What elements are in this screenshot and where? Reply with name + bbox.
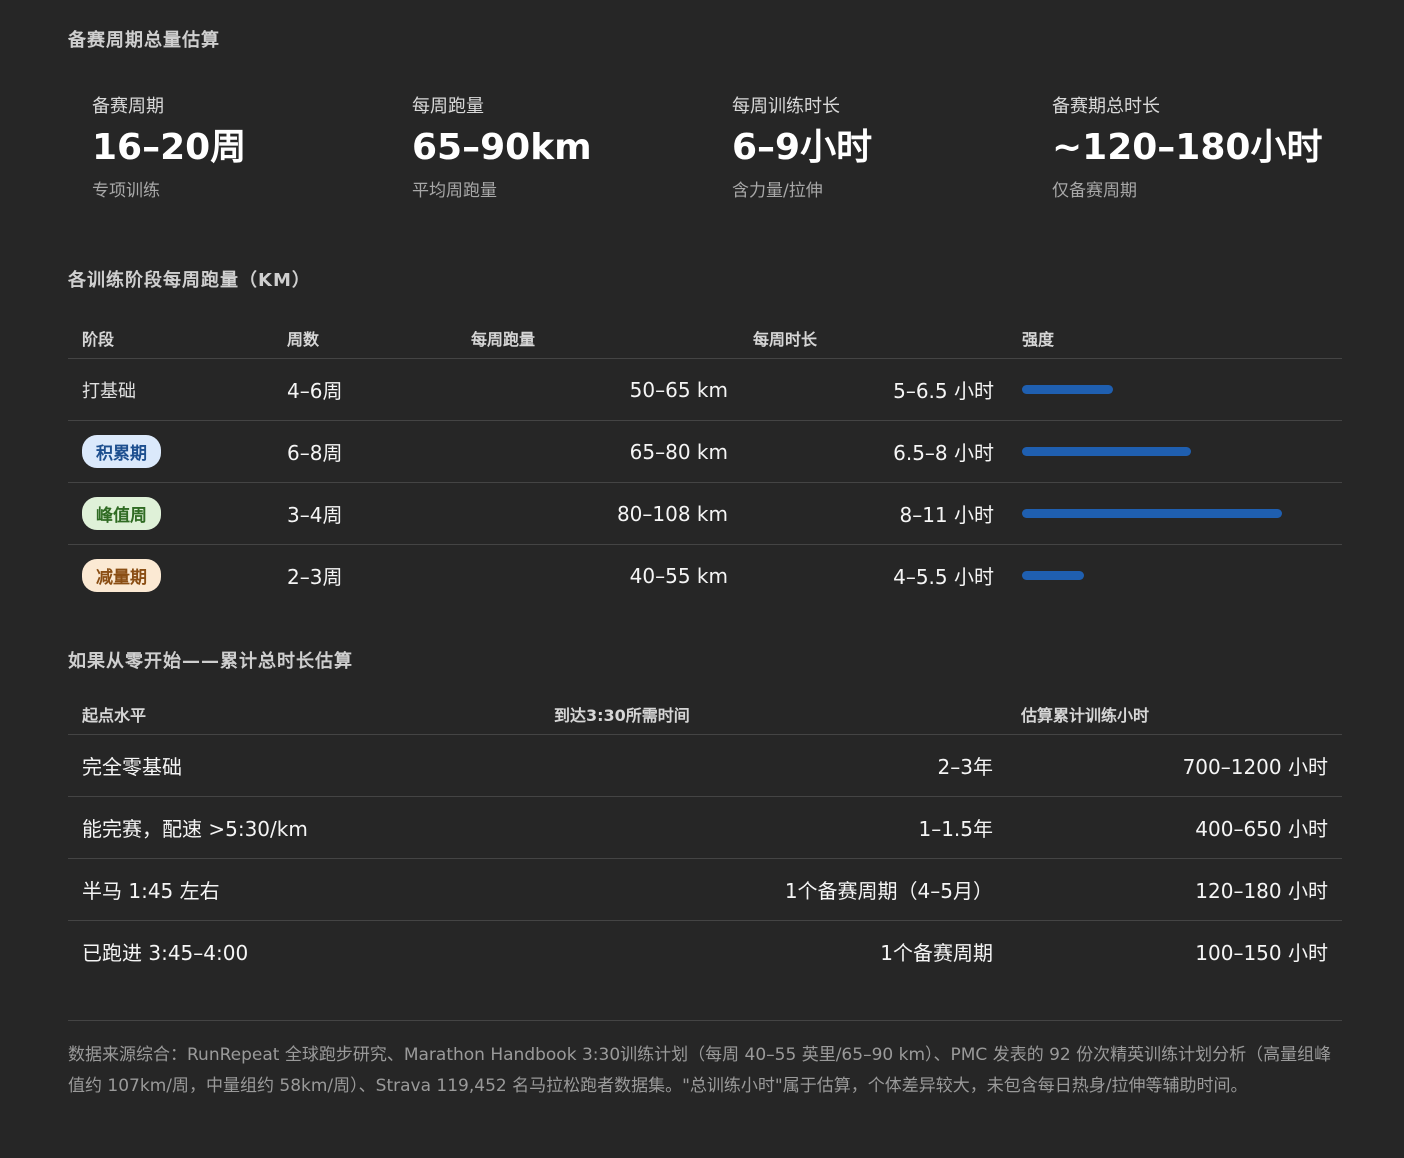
level-cell: 完全零基础 xyxy=(82,755,182,779)
hours-cell: 700–1200 小时 xyxy=(1182,755,1328,779)
intensity-bar xyxy=(1022,385,1113,394)
stat-value: 6–9小时 xyxy=(732,127,873,168)
phases-table: 阶段 周数 每周跑量 每周时长 强度 打基础 4–6周 50–65 km 5–6… xyxy=(68,318,1342,606)
stat-value: ~120–180小时 xyxy=(1052,127,1323,168)
hours-cell: 100–150 小时 xyxy=(1195,941,1328,965)
summary-stats: 备赛周期 16–20周 专项训练 每周跑量 65–90km 平均周跑量 每周训练… xyxy=(92,92,1372,201)
header-start-level: 起点水平 xyxy=(82,706,147,725)
stat-label: 每周跑量 xyxy=(412,96,484,117)
hours-cell: 6.5–8 小时 xyxy=(893,441,994,465)
phase-cell: 打基础 xyxy=(68,377,287,403)
phase-badge: 峰值周 xyxy=(82,497,161,530)
intensity-cell xyxy=(994,571,1342,580)
table-row: 打基础 4–6周 50–65 km 5–6.5 小时 xyxy=(68,359,1342,421)
weeks-cell: 6–8周 xyxy=(287,441,343,465)
header-weeks: 周数 xyxy=(287,330,320,349)
hours-cell: 5–6.5 小时 xyxy=(893,379,994,403)
phase-badge: 减量期 xyxy=(82,559,161,592)
table-row: 半马 1:45 左右 1个备赛周期（4–5月） 120–180 小时 xyxy=(68,859,1342,921)
time-cell: 1个备赛周期（4–5月） xyxy=(784,879,993,903)
header-weekly-km: 每周跑量 xyxy=(471,330,536,349)
header-phase: 阶段 xyxy=(82,330,115,349)
table-row: 减量期 2–3周 40–55 km 4–5.5 小时 xyxy=(68,545,1342,606)
phases-section-title: 各训练阶段每周跑量（KM） xyxy=(68,270,311,291)
header-time-needed: 到达3:30所需时间 xyxy=(554,706,690,725)
intensity-cell xyxy=(994,385,1342,394)
intensity-cell xyxy=(994,447,1342,456)
weeks-cell: 3–4周 xyxy=(287,503,343,527)
time-cell: 1个备赛周期 xyxy=(880,941,993,965)
table-row: 能完赛，配速 >5:30/km 1–1.5年 400–650 小时 xyxy=(68,797,1342,859)
stat-total-hours: 备赛期总时长 ~120–180小时 仅备赛周期 xyxy=(1052,92,1372,201)
table-row: 完全零基础 2–3年 700–1200 小时 xyxy=(68,735,1342,797)
header-total-hours: 估算累计训练小时 xyxy=(1021,706,1150,725)
intensity-bar xyxy=(1022,571,1084,580)
weeks-cell: 2–3周 xyxy=(287,565,343,589)
table-row: 峰值周 3–4周 80–108 km 8–11 小时 xyxy=(68,483,1342,545)
phase-cell: 积累期 xyxy=(68,435,287,468)
hours-cell: 4–5.5 小时 xyxy=(893,565,994,589)
km-cell: 65–80 km xyxy=(629,439,728,464)
stat-sub: 专项训练 xyxy=(92,181,160,201)
km-cell: 40–55 km xyxy=(629,563,728,588)
table-row: 积累期 6–8周 65–80 km 6.5–8 小时 xyxy=(68,421,1342,483)
phase-cell: 峰值周 xyxy=(68,497,287,530)
stat-label: 备赛周期 xyxy=(92,96,164,117)
summary-section-title: 备赛周期总量估算 xyxy=(68,30,220,51)
from-zero-section-title: 如果从零开始——累计总时长估算 xyxy=(68,651,353,672)
hours-cell: 120–180 小时 xyxy=(1195,879,1328,903)
stat-sub: 平均周跑量 xyxy=(412,181,497,201)
stat-weekly-hours: 每周训练时长 6–9小时 含力量/拉伸 xyxy=(732,92,1052,201)
phase-cell: 减量期 xyxy=(68,559,287,592)
time-cell: 1–1.5年 xyxy=(918,817,993,841)
header-weekly-hours: 每周时长 xyxy=(753,330,818,349)
table-row: 已跑进 3:45–4:00 1个备赛周期 100–150 小时 xyxy=(68,921,1342,982)
table-header: 起点水平 到达3:30所需时间 估算累计训练小时 xyxy=(68,694,1342,735)
stat-label: 备赛期总时长 xyxy=(1052,96,1160,117)
stat-value: 16–20周 xyxy=(92,127,247,168)
level-cell: 已跑进 3:45–4:00 xyxy=(82,941,249,965)
km-cell: 80–108 km xyxy=(616,501,728,526)
intensity-bar xyxy=(1022,447,1191,456)
stat-sub: 含力量/拉伸 xyxy=(732,181,823,201)
stat-sub: 仅备赛周期 xyxy=(1052,181,1137,201)
intensity-bar xyxy=(1022,509,1282,518)
footnote-divider xyxy=(68,1020,1342,1021)
level-cell: 半马 1:45 左右 xyxy=(82,879,220,903)
hours-cell: 8–11 小时 xyxy=(899,503,994,527)
from-zero-table: 起点水平 到达3:30所需时间 估算累计训练小时 完全零基础 2–3年 700–… xyxy=(68,694,1342,982)
time-cell: 2–3年 xyxy=(937,755,993,779)
hours-cell: 400–650 小时 xyxy=(1195,817,1328,841)
phase-badge: 积累期 xyxy=(82,435,161,468)
table-header: 阶段 周数 每周跑量 每周时长 强度 xyxy=(68,318,1342,359)
stat-weekly-km: 每周跑量 65–90km 平均周跑量 xyxy=(412,92,732,201)
level-cell: 能完赛，配速 >5:30/km xyxy=(82,817,308,841)
stat-prep-period: 备赛周期 16–20周 专项训练 xyxy=(92,92,412,201)
header-intensity: 强度 xyxy=(1022,330,1055,349)
data-source-footnote: 数据来源综合：RunRepeat 全球跑步研究、Marathon Handboo… xyxy=(68,1045,1332,1096)
intensity-cell xyxy=(994,509,1342,518)
weeks-cell: 4–6周 xyxy=(287,379,343,403)
stat-value: 65–90km xyxy=(412,127,592,168)
phase-label: 打基础 xyxy=(82,380,136,402)
stat-label: 每周训练时长 xyxy=(732,96,840,117)
km-cell: 50–65 km xyxy=(629,377,728,402)
